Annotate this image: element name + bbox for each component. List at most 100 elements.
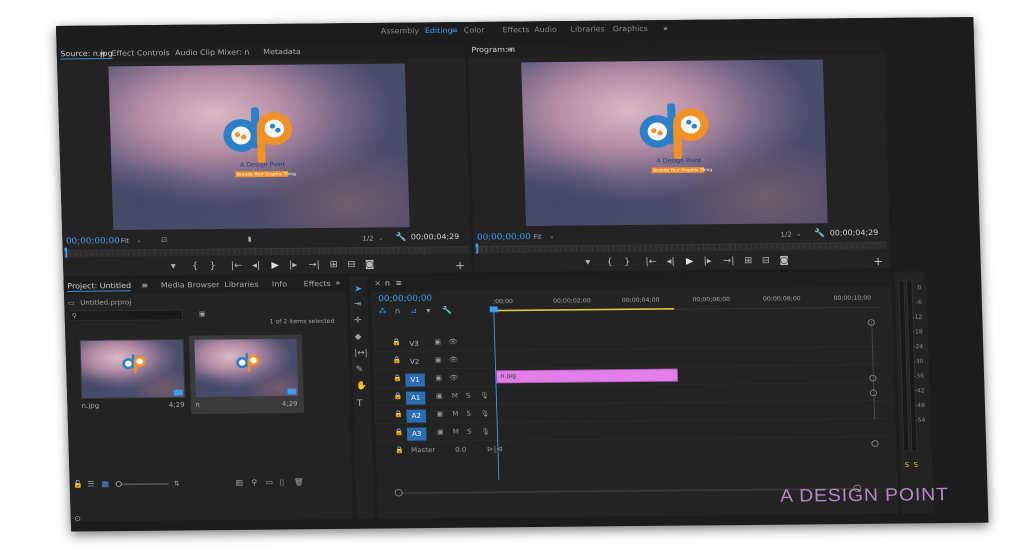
new-item-icon[interactable]: ▯ xyxy=(280,479,285,487)
microphone-icon[interactable]: 🎙 xyxy=(480,410,489,417)
trash-icon[interactable]: 🗑 xyxy=(294,479,304,487)
timeline-timecode[interactable]: 00;00;00;00 xyxy=(378,294,432,304)
track-select-tool-icon[interactable]: ⇥ xyxy=(354,300,362,309)
play-icon[interactable]: ▶ xyxy=(686,255,694,266)
mute-button[interactable]: M xyxy=(453,428,459,435)
type-tool-icon[interactable]: T xyxy=(357,398,363,409)
panel-menu-icon[interactable]: ≡ xyxy=(395,280,402,288)
solo-right-button[interactable]: S xyxy=(913,461,918,468)
close-icon[interactable]: × xyxy=(374,280,381,288)
eye-icon[interactable]: 👁 xyxy=(449,356,458,363)
project-item-thumb-image[interactable] xyxy=(79,338,186,399)
workspace-tab-assembly[interactable]: Assembly xyxy=(381,27,420,36)
sync-lock-icon[interactable]: ▣ xyxy=(436,410,443,417)
track-label-a2[interactable]: A2 xyxy=(406,409,427,423)
chevron-down-icon[interactable]: ⌄ xyxy=(136,237,141,244)
playhead-marker-icon[interactable]: ▮ xyxy=(248,235,252,242)
scroll-handle-left[interactable] xyxy=(394,489,403,497)
tab-audio-clip-mixer[interactable]: Audio Clip Mixer: n xyxy=(175,49,250,58)
project-search-input[interactable]: ⚲ xyxy=(68,309,184,322)
lock-icon[interactable]: 🔒 xyxy=(392,356,401,363)
new-bin-icon[interactable]: ▭ xyxy=(265,479,273,487)
mark-in-icon[interactable]: { xyxy=(192,260,198,271)
scroll-handle[interactable] xyxy=(869,389,878,397)
workspace-overflow-icon[interactable]: » xyxy=(663,25,668,33)
tab-media-browser[interactable]: Media Browser xyxy=(161,281,220,290)
microphone-icon[interactable]: 🎙 xyxy=(480,392,489,399)
go-to-in-icon[interactable]: |← xyxy=(645,256,657,267)
lock-icon[interactable]: 🔒 xyxy=(393,374,402,381)
ripple-edit-tool-icon[interactable]: ✛ xyxy=(354,316,362,325)
source-resolution-select[interactable]: 1/2 xyxy=(362,235,374,242)
solo-left-button[interactable]: S xyxy=(905,461,910,468)
lift-icon[interactable]: ⊞ xyxy=(744,255,752,266)
workspace-tab-color[interactable]: Color xyxy=(464,27,485,35)
list-view-icon[interactable]: ☰ xyxy=(87,481,94,489)
lock-icon[interactable]: 🔒 xyxy=(392,338,401,345)
tab-libraries[interactable]: Libraries xyxy=(224,281,259,290)
panel-menu-icon[interactable]: ≡ xyxy=(99,50,106,58)
sync-lock-icon[interactable]: ▣ xyxy=(436,392,443,399)
source-timecode[interactable]: 00;00;00;00 xyxy=(66,236,120,246)
workspace-tab-effects[interactable]: Effects xyxy=(502,26,529,34)
eye-icon[interactable]: 👁 xyxy=(449,374,458,381)
icon-view-icon[interactable]: ▦ xyxy=(101,480,109,488)
linked-selection-icon[interactable]: ∩ xyxy=(394,307,400,315)
playhead-handle[interactable] xyxy=(489,306,498,313)
tabs-overflow-icon[interactable]: » xyxy=(335,279,340,287)
program-fit-select[interactable]: Fit xyxy=(533,233,542,240)
source-fit-select[interactable]: Fit xyxy=(121,237,130,244)
panel-menu-icon[interactable]: ≡ xyxy=(141,282,148,290)
mute-button[interactable]: M xyxy=(452,392,458,399)
wrench-icon[interactable]: 🔧 xyxy=(814,229,825,238)
program-timecode[interactable]: 00;00;00;00 xyxy=(477,233,531,243)
scroll-handle[interactable] xyxy=(871,440,879,447)
track-label-v2[interactable]: V2 xyxy=(405,355,425,368)
track-label-v3[interactable]: V3 xyxy=(404,337,424,350)
track-label-a3[interactable]: A3 xyxy=(406,427,427,441)
add-marker-icon[interactable]: ▾ xyxy=(171,260,176,271)
wrench-icon[interactable]: 🔧 xyxy=(396,233,407,242)
slip-tool-icon[interactable]: |↔| xyxy=(354,349,368,358)
camera-icon[interactable]: ◙ xyxy=(779,255,789,266)
mute-button[interactable]: M xyxy=(452,410,458,417)
insert-icon[interactable]: ⊞ xyxy=(329,259,337,270)
program-time-ruler[interactable] xyxy=(475,242,887,254)
solo-button[interactable]: S xyxy=(467,428,472,435)
chevron-down-icon[interactable]: ⌄ xyxy=(549,233,554,240)
sync-lock-icon[interactable]: ▣ xyxy=(434,338,441,345)
program-resolution-select[interactable]: 1/2 xyxy=(780,231,792,238)
workspace-tab-audio[interactable]: Audio xyxy=(534,26,557,34)
tab-metadata[interactable]: Metadata xyxy=(263,48,301,57)
sync-lock-icon[interactable]: ▣ xyxy=(437,428,444,435)
lock-icon[interactable]: 🔒 xyxy=(393,392,402,399)
marker-icon[interactable]: ▾ xyxy=(426,307,430,315)
workspace-tab-graphics[interactable]: Graphics xyxy=(613,25,648,34)
lock-icon[interactable]: 🔒 xyxy=(395,428,404,435)
chevron-down-icon[interactable]: ⌄ xyxy=(378,235,383,242)
mark-out-icon[interactable]: } xyxy=(209,260,215,271)
scroll-handle[interactable] xyxy=(869,374,877,382)
overwrite-icon[interactable]: ⊟ xyxy=(347,259,355,270)
panel-menu-icon[interactable]: ≡ xyxy=(507,46,514,54)
automate-icon[interactable]: ▥ xyxy=(235,479,243,487)
add-button-icon[interactable]: + xyxy=(873,255,884,268)
timeline-ruler[interactable]: ;00;00 00;00;02;00 00;00;04;00 00;00;06;… xyxy=(492,294,882,312)
extract-icon[interactable]: ⊟ xyxy=(762,255,770,266)
play-icon[interactable]: ▶ xyxy=(271,259,279,270)
track-label-a1[interactable]: A1 xyxy=(405,391,426,405)
selection-tool-icon[interactable]: ➤ xyxy=(354,283,362,294)
workspace-tab-editing[interactable]: Editing xyxy=(425,27,453,35)
scroll-handle[interactable] xyxy=(867,319,875,326)
project-item-name[interactable]: n.jpg xyxy=(81,402,99,410)
project-item-thumb-sequence[interactable] xyxy=(193,337,300,398)
new-bin-icon[interactable]: ▣ xyxy=(199,310,206,317)
tab-effect-controls[interactable]: Effect Controls xyxy=(111,49,169,58)
hand-tool-icon[interactable]: ✋ xyxy=(356,381,367,390)
sync-lock-icon[interactable]: ▣ xyxy=(435,374,442,381)
project-item-name[interactable]: n xyxy=(195,401,200,408)
master-volume[interactable]: 0.0 xyxy=(455,446,466,453)
mark-in-icon[interactable]: { xyxy=(606,256,612,267)
lock-icon[interactable]: 🔒 xyxy=(395,446,404,453)
lock-icon[interactable]: 🔒 xyxy=(394,410,403,417)
